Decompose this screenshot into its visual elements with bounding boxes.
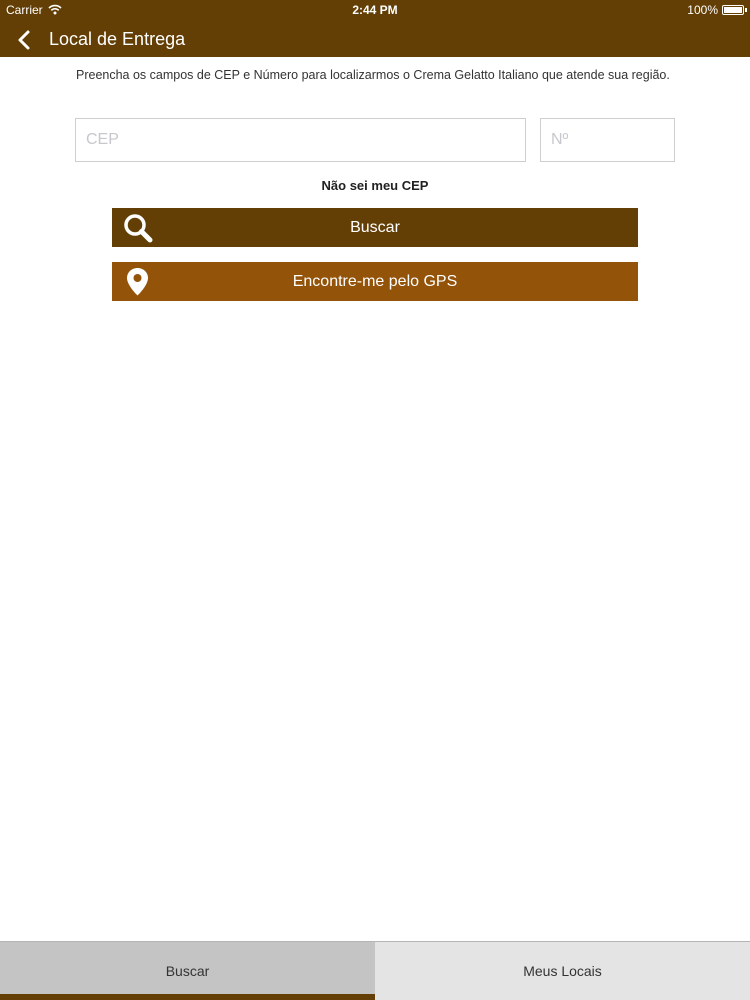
back-button[interactable]	[12, 27, 38, 53]
search-button[interactable]: Buscar	[112, 208, 638, 247]
navigation-header: Carrier 2:44 PM 100% Local de Entrega	[0, 0, 750, 57]
tab-bar: Buscar Meus Locais	[0, 941, 750, 1000]
unknown-cep-link[interactable]: Não sei meu CEP	[0, 178, 750, 193]
battery-percentage: 100%	[687, 3, 718, 17]
chevron-left-icon	[12, 30, 38, 57]
instructions-text: Preencha os campos de CEP e Número para …	[76, 68, 670, 82]
number-input[interactable]	[540, 118, 675, 162]
battery-icon	[722, 5, 747, 15]
selected-tab-indicator	[0, 994, 375, 1000]
status-bar: Carrier 2:44 PM 100%	[0, 0, 750, 20]
tab-meus-locais-label: Meus Locais	[523, 963, 602, 979]
gps-locate-button[interactable]: Encontre-me pelo GPS	[112, 262, 638, 301]
gps-button-label: Encontre-me pelo GPS	[292, 273, 458, 290]
tab-buscar-label: Buscar	[165, 963, 210, 979]
tab-buscar[interactable]: Buscar	[0, 942, 375, 1000]
search-button-label: Buscar	[350, 219, 400, 236]
cep-input[interactable]	[75, 118, 526, 162]
page-title: Local de Entrega	[49, 29, 186, 49]
tab-meus-locais[interactable]: Meus Locais	[375, 942, 750, 1000]
clock: 2:44 PM	[352, 3, 398, 17]
